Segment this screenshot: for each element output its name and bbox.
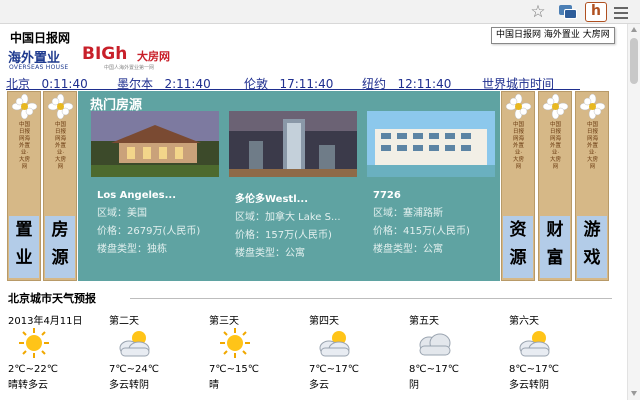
banner-vertical-text: 中国日报网海外置业·大房网 [587, 122, 599, 170]
forecast-day-label: 第三天 [209, 316, 239, 327]
cloudy-icon [419, 333, 451, 356]
weather-title: 北京城市天气预报 [8, 292, 96, 305]
banner-label: 置业 [9, 216, 39, 278]
screens-extension-icon[interactable] [557, 2, 579, 22]
banner-zhiye[interactable]: 中国日报网海外置业·大房网 置业 [7, 91, 41, 281]
forecast-day-label: 第五天 [409, 316, 439, 327]
listing-photo[interactable] [91, 111, 219, 177]
forecast-desc: 多云 [309, 380, 329, 391]
listing-name[interactable]: 多伦多Westl... [235, 190, 357, 205]
forecast-temp: 7℃~17℃ [309, 364, 359, 375]
banner-youxi[interactable]: 中国日报网海外置业·大房网 游戏 [575, 91, 609, 281]
chinadaily-logo[interactable]: 中国日报网 [10, 29, 70, 46]
partly-cloudy-icon [119, 331, 150, 357]
bigh-logo[interactable]: BIGh [82, 44, 127, 64]
listing-type: 楼盘类型：独栋 [97, 244, 167, 255]
listing-type: 楼盘类型：公寓 [373, 244, 443, 255]
listing-area: 区域：塞浦路斯 [373, 208, 443, 219]
forecast-day-label: 第六天 [509, 316, 539, 327]
flower-icon [542, 93, 569, 120]
listing-card[interactable]: 7726 区域：塞浦路斯 价格：415万(人民币) 楼盘类型：公寓 [367, 111, 495, 255]
banner-vertical-text: 中国日报网海外置业·大房网 [513, 122, 525, 170]
forecast-desc: 多云转阴 [109, 380, 149, 391]
divider [130, 298, 612, 299]
forecast-date: 2013年4月11日 [8, 316, 83, 327]
listing-price: 价格：2679万(人民币) [97, 226, 201, 237]
scroll-thumb[interactable] [630, 38, 638, 84]
banner-vertical-text: 中国日报网海外置业·大房网 [19, 122, 31, 170]
banner-vertical-text: 中国日报网海外置业·大房网 [55, 122, 67, 170]
forecast-temp: 7℃~24℃ [109, 364, 159, 375]
vertical-scrollbar[interactable] [627, 24, 640, 400]
forecast-day-label: 第四天 [309, 316, 339, 327]
scroll-down-icon[interactable] [631, 391, 637, 396]
logo-slogan: 中国人海外置业第一网 [104, 65, 155, 71]
forecast-temp: 7℃~15℃ [209, 364, 259, 375]
menu-icon[interactable] [612, 4, 630, 20]
listing-name[interactable]: 7726 [373, 190, 495, 201]
forecast-temp: 8℃~17℃ [409, 364, 459, 375]
forecast-temp: 8℃~17℃ [509, 364, 559, 375]
listing-area: 区域：加拿大 Lake S... [235, 212, 341, 223]
banner-caifu[interactable]: 中国日报网海外置业·大房网 财富 [538, 91, 572, 281]
browser-toolbar: ☆ h [0, 0, 640, 24]
dafang-logo: 大房网 [137, 50, 170, 63]
listing-type: 楼盘类型：公寓 [235, 248, 305, 259]
listing-area: 区域：美国 [97, 208, 147, 219]
banner-label: 房源 [45, 216, 75, 278]
scroll-up-icon[interactable] [631, 27, 637, 32]
world-clock-bar: 北京 0:11:40 墨尔本 2:11:40 伦敦 17:11:40 纽约 12… [6, 75, 626, 91]
forecast-temp: 2℃~22℃ [8, 364, 58, 375]
listing-photo[interactable] [367, 111, 495, 177]
extension-tooltip: 中国日报网 海外置业 大房网 [491, 27, 615, 44]
hot-listings-panel: 热门房源 Los Angeles... 区域：美国 价格：2679万(人民币) … [78, 91, 500, 281]
listing-price: 价格：157万(人民币) [235, 230, 332, 241]
banner-label: 资源 [503, 216, 533, 278]
banner-ziyuan[interactable]: 中国日报网海外置业·大房网 资源 [501, 91, 535, 281]
flower-icon [11, 93, 38, 120]
listing-card[interactable]: Los Angeles... 区域：美国 价格：2679万(人民币) 楼盘类型：… [91, 111, 219, 255]
forecast-day-label: 第二天 [109, 316, 139, 327]
banner-fangyuan[interactable]: 中国日报网海外置业·大房网 房源 [43, 91, 77, 281]
flower-icon [505, 93, 532, 120]
partly-cloudy-icon [519, 331, 550, 357]
banner-vertical-text: 中国日报网海外置业·大房网 [550, 122, 562, 170]
star-icon[interactable]: ☆ [528, 2, 548, 22]
banner-label: 财富 [540, 216, 570, 278]
h-extension-button[interactable]: h [585, 2, 607, 22]
forecast-desc: 阴 [409, 380, 419, 391]
listing-name[interactable]: Los Angeles... [97, 190, 219, 201]
flower-icon [47, 93, 74, 120]
overseas-house-label: OVERSEAS HOUSE [9, 64, 69, 71]
flower-icon [579, 93, 606, 120]
listing-card[interactable]: 多伦多Westl... 区域：加拿大 Lake S... 价格：157万(人民币… [229, 111, 357, 259]
sunny-icon [19, 328, 49, 358]
listing-price: 价格：415万(人民币) [373, 226, 470, 237]
forecast-desc: 晴转多云 [8, 380, 48, 391]
forecast-desc: 多云转阴 [509, 380, 549, 391]
sunny-icon [220, 328, 250, 358]
partly-cloudy-icon [319, 331, 350, 357]
banner-label: 游戏 [577, 216, 607, 278]
listing-photo[interactable] [229, 111, 357, 177]
forecast-desc: 晴 [209, 380, 219, 391]
